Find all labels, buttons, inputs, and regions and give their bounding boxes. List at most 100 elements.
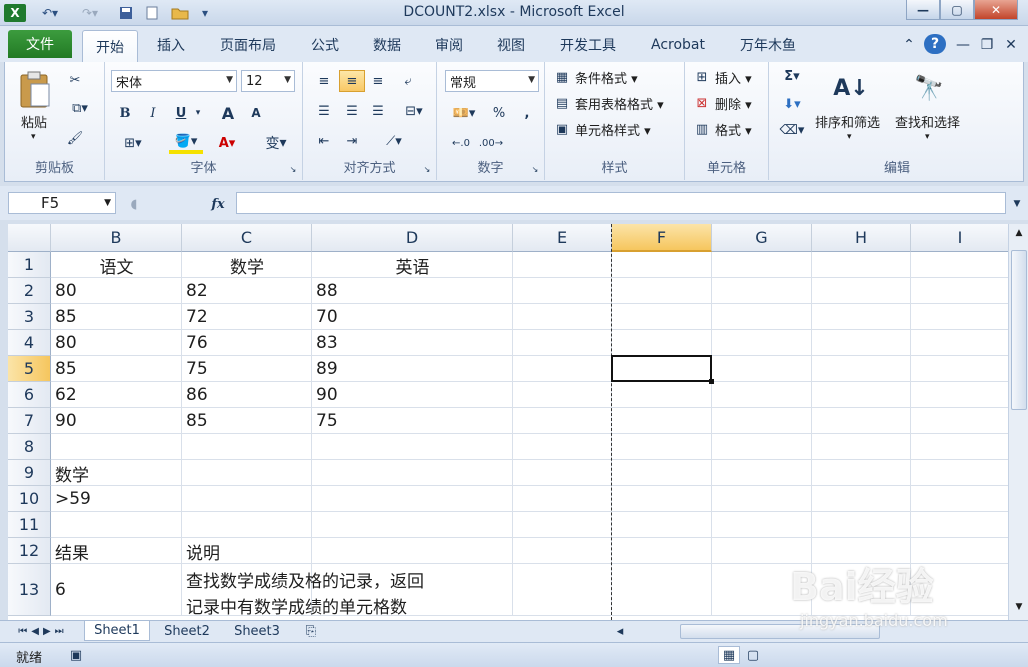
column-header-H[interactable]: H xyxy=(812,224,911,252)
cell[interactable] xyxy=(513,304,612,330)
row-header-6[interactable]: 6 xyxy=(8,382,51,408)
decrease-decimal-icon[interactable]: .00→ xyxy=(479,132,503,154)
cell[interactable] xyxy=(513,330,612,356)
formula-input[interactable] xyxy=(236,192,1006,214)
cell[interactable] xyxy=(712,434,812,460)
cell[interactable] xyxy=(911,356,1008,382)
font-dialog-launcher-icon[interactable]: ↘ xyxy=(288,164,298,174)
cell[interactable] xyxy=(513,538,612,564)
cell[interactable] xyxy=(712,356,812,382)
cell[interactable] xyxy=(712,252,812,278)
cell[interactable] xyxy=(712,512,812,538)
maximize-button[interactable]: ▢ xyxy=(940,0,974,20)
sheet-nav-icons[interactable]: ⏮◀▶⏭ xyxy=(8,621,78,641)
shrink-font-button[interactable]: A xyxy=(245,102,267,124)
borders-icon[interactable]: ⊞▾ xyxy=(117,132,149,154)
cell[interactable] xyxy=(513,512,612,538)
data-cell-D5[interactable]: 89 xyxy=(312,356,513,382)
cell[interactable] xyxy=(312,434,513,460)
data-cell-C3[interactable]: 72 xyxy=(182,304,312,330)
help-icon[interactable]: ? xyxy=(924,34,946,54)
formula-bar-grip-icon[interactable]: ◖ xyxy=(124,194,144,214)
column-header-F[interactable]: F xyxy=(612,224,712,252)
cell[interactable] xyxy=(712,278,812,304)
cell[interactable] xyxy=(513,382,612,408)
cell[interactable] xyxy=(312,512,513,538)
cell[interactable] xyxy=(911,434,1008,460)
fill-icon[interactable]: ⬇▾ xyxy=(777,94,807,114)
row-header-1[interactable]: 1 xyxy=(8,252,51,278)
merge-center-icon[interactable]: ⊟▾ xyxy=(397,100,431,122)
number-format-select[interactable]: 常规 ▼ xyxy=(445,70,539,92)
find-select-icon[interactable]: 🔭 xyxy=(909,68,949,108)
cell[interactable] xyxy=(182,434,312,460)
data-cell-B6[interactable]: 62 xyxy=(51,382,182,408)
cell[interactable] xyxy=(182,512,312,538)
data-cell-B3[interactable]: 85 xyxy=(51,304,182,330)
tab-file[interactable]: 文件 xyxy=(8,30,72,58)
column-header-D[interactable]: D xyxy=(312,224,513,252)
macro-record-icon[interactable]: ▣ xyxy=(66,646,86,664)
scroll-down-icon[interactable]: ▼ xyxy=(1011,602,1027,616)
wrap-text-icon[interactable]: ⤶ xyxy=(397,70,419,92)
grow-font-button[interactable]: A xyxy=(217,102,239,124)
row-header-11[interactable]: 11 xyxy=(8,512,51,538)
hscroll-left-icon[interactable]: ◂ xyxy=(608,621,632,641)
align-left-icon[interactable]: ☰ xyxy=(313,100,335,122)
font-name-select[interactable]: 宋体 ▼ xyxy=(111,70,237,92)
cell[interactable] xyxy=(911,304,1008,330)
tab-data[interactable]: 数据 xyxy=(364,34,410,56)
select-all-corner[interactable] xyxy=(8,224,51,252)
cell[interactable] xyxy=(812,304,911,330)
scroll-up-icon[interactable]: ▲ xyxy=(1011,228,1027,242)
explain-text-line-1[interactable]: 查找数学成绩及格的记录，返回 xyxy=(182,568,512,592)
cell[interactable] xyxy=(911,252,1008,278)
format-as-table-button[interactable]: 套用表格格式 ▾ xyxy=(575,94,664,113)
alignment-dialog-launcher-icon[interactable]: ↘ xyxy=(422,164,432,174)
increase-indent-icon[interactable]: ⇥ xyxy=(341,130,363,152)
column-header-E[interactable]: E xyxy=(513,224,612,252)
font-size-select[interactable]: 12 ▼ xyxy=(241,70,295,92)
cell[interactable] xyxy=(612,486,712,512)
explain-text-line-2[interactable]: 记录中有数学成绩的单元格数 xyxy=(182,594,512,618)
orientation-icon[interactable]: ⟋▾ xyxy=(377,130,411,152)
cell[interactable] xyxy=(182,460,312,486)
cell[interactable] xyxy=(513,434,612,460)
cell-styles-button[interactable]: 单元格样式 ▾ xyxy=(575,120,651,139)
insert-cells-button[interactable]: 插入 ▾ xyxy=(715,68,752,87)
cell[interactable] xyxy=(712,330,812,356)
tab-view[interactable]: 视图 xyxy=(488,34,534,56)
row-header-5[interactable]: 5 xyxy=(8,356,51,382)
data-cell-C5[interactable]: 75 xyxy=(182,356,312,382)
cell[interactable] xyxy=(612,382,712,408)
data-cell-D7[interactable]: 75 xyxy=(312,408,513,434)
cell[interactable] xyxy=(812,434,911,460)
sort-filter-icon[interactable]: A↓ xyxy=(831,68,871,108)
decrease-indent-icon[interactable]: ⇤ xyxy=(313,130,335,152)
row-header-12[interactable]: 12 xyxy=(8,538,51,564)
row-header-13[interactable]: 13 xyxy=(8,564,51,616)
collapse-ribbon-icon[interactable]: ⌃ xyxy=(900,34,918,56)
row-header-7[interactable]: 7 xyxy=(8,408,51,434)
doc-minimize-button[interactable]: — xyxy=(954,34,972,56)
increase-decimal-icon[interactable]: ←.0 xyxy=(449,132,473,154)
data-cell-C6[interactable]: 86 xyxy=(182,382,312,408)
comma-button[interactable]: , xyxy=(517,102,537,124)
cell[interactable] xyxy=(612,304,712,330)
sort-filter-dropdown-icon[interactable]: ▾ xyxy=(847,132,852,142)
tab-formulas[interactable]: 公式 xyxy=(302,34,348,56)
cell[interactable] xyxy=(312,486,513,512)
data-cell-B5[interactable]: 85 xyxy=(51,356,182,382)
name-box[interactable]: F5 ▼ xyxy=(8,192,116,214)
autosum-icon[interactable]: Σ ▾ xyxy=(777,66,807,86)
data-cell-D2[interactable]: 88 xyxy=(312,278,513,304)
align-top-icon[interactable]: ≡ xyxy=(313,70,335,92)
fill-handle[interactable] xyxy=(709,379,714,384)
column-header-G[interactable]: G xyxy=(712,224,812,252)
cut-icon[interactable]: ✂ xyxy=(65,70,85,90)
row-header-8[interactable]: 8 xyxy=(8,434,51,460)
result-value-cell[interactable]: 6 xyxy=(51,564,182,616)
percent-button[interactable]: % xyxy=(489,102,509,124)
cell[interactable] xyxy=(911,330,1008,356)
close-button[interactable]: ✕ xyxy=(974,0,1018,20)
